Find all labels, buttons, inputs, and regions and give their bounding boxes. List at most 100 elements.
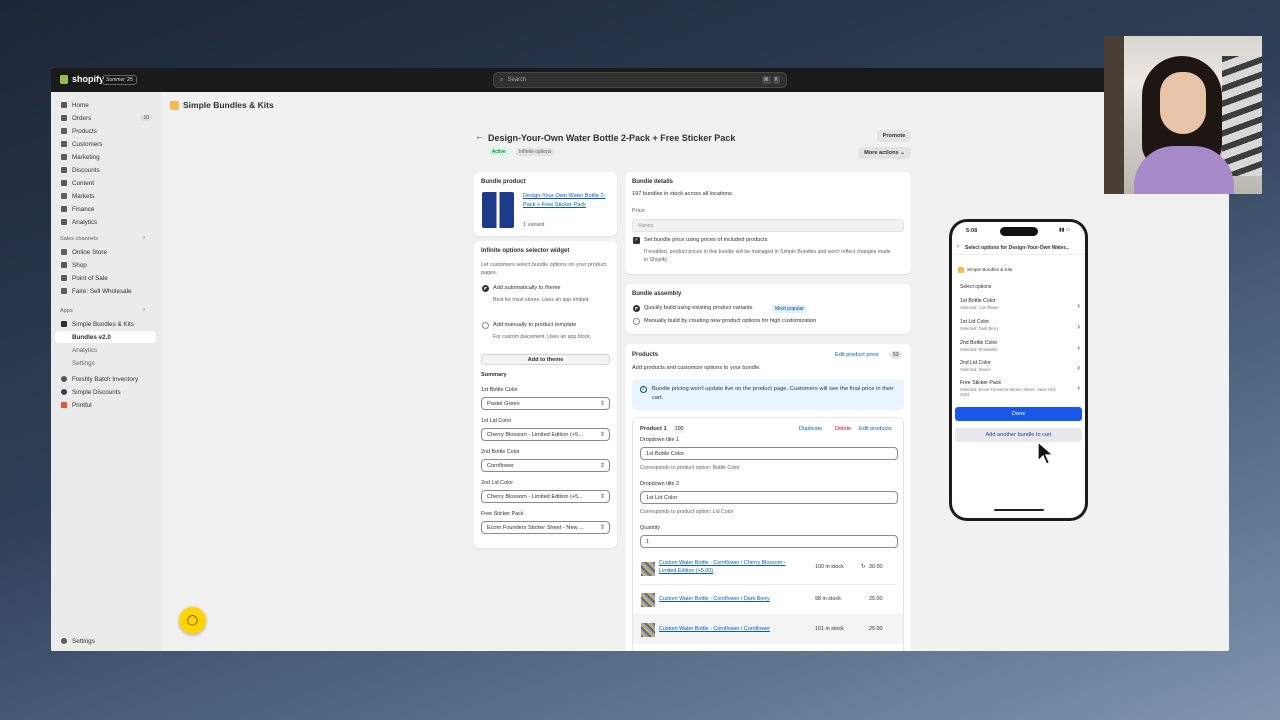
sidebar-item-label: Faire: Sell Wholesale	[72, 287, 132, 295]
edit-product-price-link[interactable]: Edit product price	[835, 352, 879, 358]
table-row[interactable]: Custom Water Bottle - Cornflower / Cornf…	[633, 614, 903, 644]
shopify-logo[interactable]: shopify	[60, 74, 104, 84]
sidebar-item-customers[interactable]: Customers	[55, 138, 156, 150]
sidebar-item-products[interactable]: Products	[55, 125, 156, 137]
sidebar-item-simple-bundles[interactable]: Simple Bundles & Kits	[55, 318, 156, 330]
table-row[interactable]: Custom Water Bottle - Cornflower / Dark …	[640, 584, 898, 614]
variant-thumbnail	[641, 593, 655, 607]
chevron-right-icon[interactable]: ›	[143, 235, 145, 241]
bundle-product-heading: Bundle product	[481, 179, 526, 185]
sidebar-item-simple-discounts[interactable]: Simple Discounts	[55, 386, 156, 398]
faire-icon	[61, 288, 67, 294]
sidebar-item-faire[interactable]: Faire: Sell Wholesale	[55, 285, 156, 297]
phone-screen: 5:08 ▮▮ ▭ ‹ Select options for Design-Yo…	[952, 222, 1085, 518]
back-arrow-icon[interactable]: ←	[475, 131, 484, 141]
sidebar-item-freshly[interactable]: Freshly Batch Inventory	[55, 373, 156, 385]
quick-build-radio[interactable]	[633, 305, 640, 312]
sidebar-item-finance[interactable]: Finance	[55, 203, 156, 215]
brand-name: shopify	[72, 74, 105, 84]
variant-count: 1 variant	[523, 222, 545, 228]
orders-icon	[61, 115, 67, 121]
table-row[interactable]: Custom Water Bottle - Cornflower / Cherr…	[640, 554, 898, 584]
bundle-assembly-heading: Bundle assembly	[632, 291, 682, 297]
variant-stock: 98 in stock	[815, 596, 841, 602]
summary-select-2nd-lid[interactable]: Cherry Blossom - Limited Edition (+5...	[481, 490, 610, 503]
summary-select-2nd-bottle[interactable]: Cornflower	[481, 459, 610, 472]
chat-support-button[interactable]: ◯	[179, 607, 206, 634]
edit-products-link[interactable]: Edit products	[859, 426, 892, 432]
more-actions-button[interactable]: More actions ⌄	[858, 147, 911, 159]
sidebar-item-label: Customers	[72, 140, 103, 148]
sidebar-item-app-settings[interactable]: Settings	[55, 357, 156, 369]
bundle-details-heading: Bundle details	[632, 179, 674, 185]
variant-link[interactable]: Custom Water Bottle - Cornflower / Dark …	[659, 596, 770, 602]
bundle-price-checkbox[interactable]: ✓	[633, 237, 640, 244]
variant-link[interactable]: Custom Water Bottle - Cornflower / Cornf…	[659, 626, 770, 632]
summary-heading: Summary	[481, 372, 507, 378]
option-selected: Selected: Dark Berry	[960, 326, 999, 331]
page-title: Design-Your-Own Water Bottle 2-Pack + Fr…	[488, 133, 736, 143]
sidebar-item-bundles-v2[interactable]: Bundles v2.0	[55, 331, 156, 343]
phone-option-2nd-lid[interactable]: 2nd Lid Color Selected: Denim ›	[960, 360, 1080, 372]
status-badge: Active	[489, 148, 509, 156]
phone-option-sticker-pack[interactable]: Free Sticker Pack Selected: Ecom Founders…	[960, 380, 1080, 397]
search-shortcut: ⌘ K	[761, 76, 780, 84]
manual-template-radio[interactable]	[482, 322, 489, 329]
sidebar-item-discounts[interactable]: Discounts	[55, 164, 156, 176]
orders-count-badge: 10	[140, 115, 152, 121]
back-chevron-icon[interactable]: ‹	[957, 244, 959, 250]
sidebar-item-orders[interactable]: Orders 10	[55, 112, 156, 124]
bundle-product-link[interactable]: Design-Your-Own Water Bottle 2-Pack + Fr…	[523, 192, 609, 210]
home-indicator	[994, 509, 1044, 511]
sidebar-item-label: Simple Discounts	[72, 388, 121, 396]
sidebar-item-analytics[interactable]: Analytics	[55, 216, 156, 228]
sidebar-item-home[interactable]: Home	[55, 99, 156, 111]
auto-theme-radio[interactable]	[482, 285, 489, 292]
summary-select-1st-bottle[interactable]: Pastel Green	[481, 397, 610, 410]
discount-icon	[61, 167, 67, 173]
sidebar-item-label: Finance	[72, 205, 95, 213]
chevron-right-icon[interactable]: ›	[143, 307, 145, 313]
globe-icon	[61, 193, 67, 199]
sidebar-item-app-analytics[interactable]: Analytics	[55, 344, 156, 356]
sidebar-item-label: Products	[72, 127, 97, 135]
search-bar[interactable]: ⌕ Search ⌘ K	[493, 72, 787, 88]
search-placeholder: Search	[507, 77, 527, 83]
promote-button[interactable]: Promote	[877, 130, 911, 142]
sidebar-item-pos[interactable]: Point of Sale	[55, 272, 156, 284]
person-icon	[61, 141, 67, 147]
sidebar-item-label: Analytics	[72, 218, 98, 226]
dropdown-2-input[interactable]: 1st Lid Color	[640, 491, 898, 504]
widget-description: Let customers select bundle options on y…	[481, 262, 606, 276]
auto-theme-label: Add automatically to theme	[493, 285, 561, 291]
sidebar-item-markets[interactable]: Markets	[55, 190, 156, 202]
summary-select-sticker-pack[interactable]: Ecom Founders Sticker Sheet - New ...	[481, 521, 610, 534]
delete-link[interactable]: Delete	[835, 426, 851, 432]
duplicate-link[interactable]: Duplicate	[799, 426, 822, 432]
sidebar-item-online-store[interactable]: Online Store	[55, 246, 156, 258]
phone-option-1st-lid[interactable]: 1st Lid Color Selected: Dark Berry ›	[960, 319, 1080, 331]
quantity-label: Quantity	[640, 525, 661, 531]
dropdown-1-input[interactable]: 1st Bottle Color	[640, 447, 898, 460]
products-card: Products Edit product price 53 Add produ…	[625, 344, 911, 651]
sidebar-item-printful[interactable]: Printful	[55, 399, 156, 411]
sidebar-item-content[interactable]: Content	[55, 177, 156, 189]
infinite-options-badge: Infinite options	[516, 148, 555, 156]
sidebar-item-settings[interactable]: Settings	[55, 635, 156, 647]
sidebar-item-marketing[interactable]: Marketing	[55, 151, 156, 163]
manual-build-radio[interactable]	[633, 318, 640, 325]
summary-label: 1st Lid Color	[481, 418, 512, 424]
done-button[interactable]: Done	[955, 407, 1082, 421]
shopify-bag-icon	[60, 74, 68, 84]
quantity-input[interactable]: 1	[640, 535, 898, 548]
phone-option-1st-bottle[interactable]: 1st Bottle Color Selected: Cornflower ›	[960, 298, 1080, 310]
sidebar-item-shop[interactable]: Shop	[55, 259, 156, 271]
cmd-key: ⌘	[761, 76, 771, 84]
summary-select-1st-lid[interactable]: Cherry Blossom - Limited Edition (+5...	[481, 428, 610, 441]
sidebar-item-label: Printful	[72, 401, 92, 409]
phone-option-2nd-bottle[interactable]: 2nd Bottle Color Selected: Periwinkle ›	[960, 340, 1080, 352]
add-to-theme-button[interactable]: Add to theme	[481, 354, 610, 365]
add-another-bundle-button[interactable]: Add another bundle to cart	[955, 428, 1082, 442]
variant-link[interactable]: Custom Water Bottle - Cornflower / Cherr…	[659, 559, 789, 575]
sidebar: Home Orders 10 Products Customers Marketi…	[51, 92, 162, 651]
